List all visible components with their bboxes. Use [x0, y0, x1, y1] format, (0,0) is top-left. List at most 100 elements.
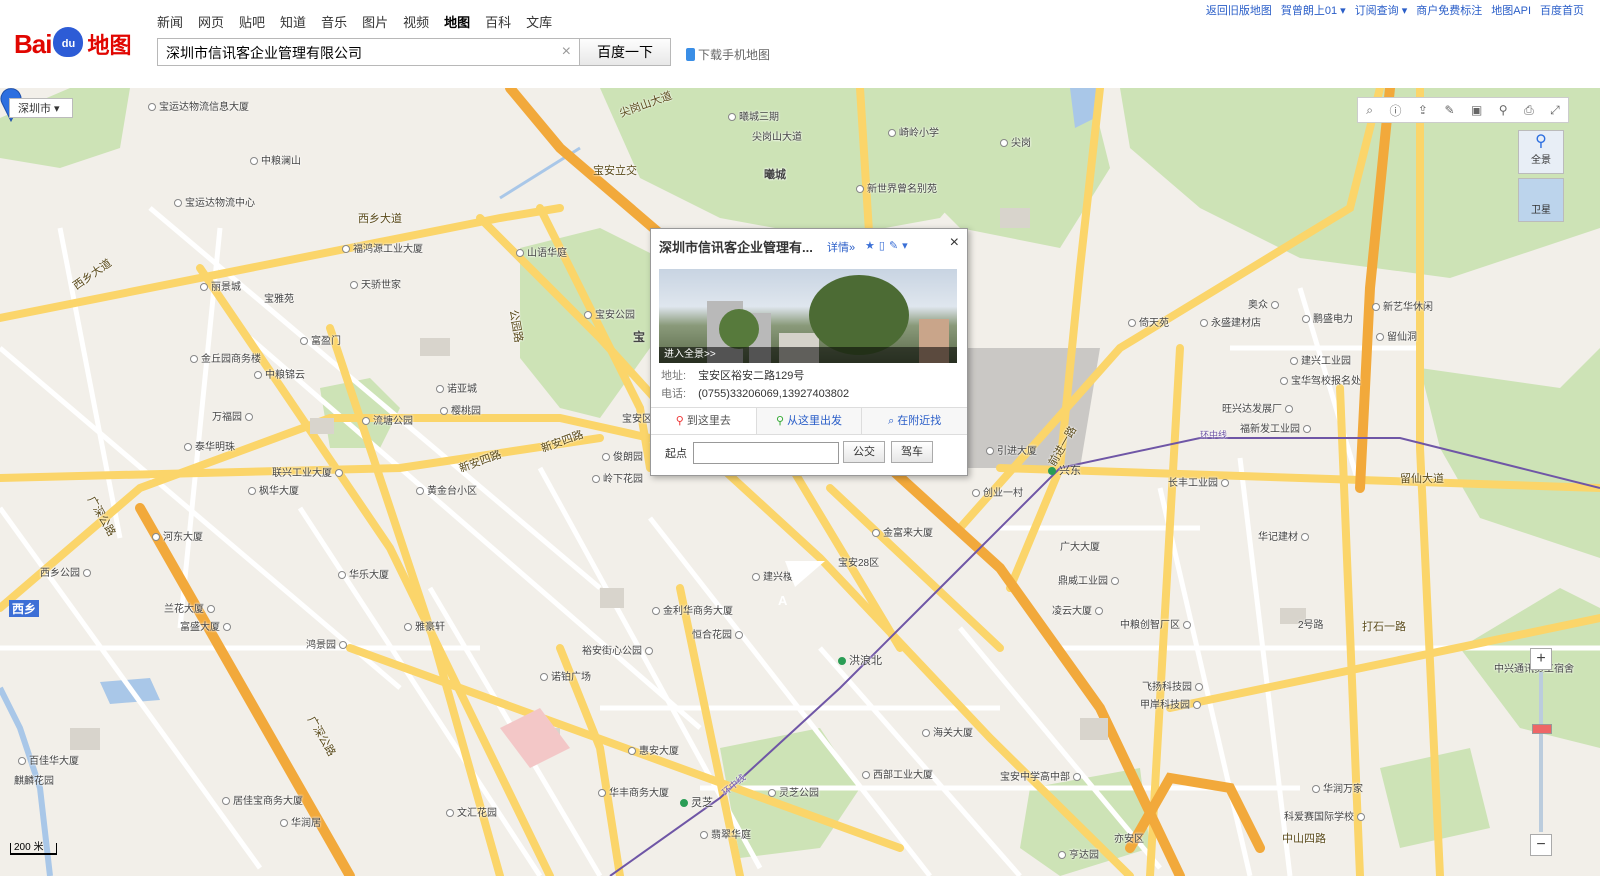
poi-label[interactable]: 丽景城	[200, 278, 241, 293]
poi-label[interactable]: 惠安大厦	[628, 742, 679, 757]
poi-label[interactable]: 曦城	[764, 166, 786, 182]
poi-label[interactable]: 永盛建材店	[1200, 314, 1261, 329]
poi-label[interactable]: 中粮创智厂区	[1120, 616, 1194, 631]
search-icon[interactable]: ⌕	[1366, 103, 1373, 118]
poi-label[interactable]: 岭下花园	[592, 470, 643, 485]
poi-label[interactable]: 新世界曾名别苑	[856, 180, 937, 195]
poi-label[interactable]: 宝华驾校报名处	[1280, 372, 1361, 387]
poi-label[interactable]: 凌云大厦	[1052, 602, 1106, 617]
nav-images[interactable]: 图片	[362, 12, 388, 31]
nav-video[interactable]: 视频	[403, 12, 429, 31]
poi-label[interactable]: 中粮澜山	[250, 152, 301, 167]
poi-label[interactable]: 翡翠华庭	[700, 826, 751, 841]
nav-baike[interactable]: 百科	[485, 12, 511, 31]
poi-label[interactable]: 百佳华大厦	[18, 752, 79, 767]
poi-label[interactable]: 麒麟花园	[14, 772, 54, 787]
poi-label[interactable]: 尖岗	[1000, 134, 1031, 149]
poi-label[interactable]: 创业一村	[972, 484, 1023, 499]
metro-station[interactable]: 洪浪北	[838, 652, 882, 668]
poi-label[interactable]: 诺铂广场	[540, 668, 591, 683]
satellite-button[interactable]: 卫星	[1518, 178, 1564, 222]
chevron-down-icon[interactable]: ▾	[902, 239, 908, 252]
poi-label[interactable]: 诺亚城	[436, 380, 477, 395]
poi-label[interactable]: 科爱赛国际学校	[1284, 808, 1368, 823]
poi-label[interactable]: 亨达园	[1058, 846, 1099, 861]
poi-label[interactable]: 鸿景园	[306, 636, 350, 651]
api-link[interactable]: 地图API	[1491, 2, 1531, 18]
poi-label[interactable]: 西乡公园	[40, 564, 94, 579]
nav-map[interactable]: 地图	[444, 12, 470, 31]
tab-from-here[interactable]: ⚲ 从这里出发	[757, 408, 863, 434]
start-input[interactable]	[693, 442, 839, 464]
poi-label[interactable]: 恒合花园	[692, 626, 746, 641]
poi-label[interactable]: 倚天苑	[1128, 314, 1169, 329]
poi-label[interactable]: 鼎威工业园	[1058, 572, 1122, 587]
poi-label[interactable]: 联兴工业大厦	[272, 464, 346, 479]
download-app-link[interactable]: 下载手机地图	[686, 46, 770, 63]
poi-label[interactable]: 中粮锦云	[254, 366, 305, 381]
poi-label[interactable]: 2号路	[1298, 616, 1324, 631]
merchant-link[interactable]: 商户免费标注	[1416, 2, 1482, 18]
poi-label[interactable]: 文汇花园	[446, 804, 497, 819]
metro-station[interactable]: 兴东	[1048, 462, 1081, 478]
drive-button[interactable]: 驾车	[891, 441, 933, 463]
poi-label[interactable]: 崎岭小学	[888, 124, 939, 139]
poi-label[interactable]: 河东大厦	[152, 528, 203, 543]
poi-label[interactable]: 雅豪轩	[404, 618, 445, 633]
poi-label[interactable]: 枫华大厦	[248, 482, 299, 497]
poi-label[interactable]: 福新发工业园	[1240, 420, 1314, 435]
poi-label[interactable]: 泰华明珠	[184, 438, 235, 453]
poi-label[interactable]: 鹏盛电力	[1302, 310, 1353, 325]
nav-music[interactable]: 音乐	[321, 12, 347, 31]
save-icon[interactable]: ▣	[1471, 103, 1482, 117]
close-icon[interactable]: ×	[950, 234, 959, 252]
poi-label[interactable]: 亦安区	[1114, 830, 1144, 845]
baidu-map-logo[interactable]: Bai du 地图	[14, 22, 131, 66]
clear-search-button[interactable]: ×	[562, 43, 571, 61]
zoom-out-button[interactable]: −	[1530, 834, 1552, 856]
nav-wenku[interactable]: 文库	[526, 12, 552, 31]
metro-station[interactable]: 灵芝	[680, 794, 713, 810]
edit-icon[interactable]: ✎	[889, 239, 898, 252]
poi-label[interactable]: 俊朗园	[602, 448, 643, 463]
detail-link[interactable]: 详情»	[827, 239, 855, 255]
poi-label[interactable]: 流塘公园	[362, 412, 413, 427]
nav-news[interactable]: 新闻	[157, 12, 183, 31]
poi-label[interactable]: 宝安公园	[584, 306, 635, 321]
poi-label[interactable]: 海关大厦	[922, 724, 973, 739]
old-version-link[interactable]: 返回旧版地图	[1206, 2, 1272, 18]
print-icon[interactable]: ⎙	[1524, 103, 1534, 118]
poi-label[interactable]: 广大大厦	[1060, 538, 1100, 553]
poi-label[interactable]: 富盈门	[300, 332, 341, 347]
baidu-home-link[interactable]: 百度首页	[1540, 2, 1584, 18]
edit-icon[interactable]: ✎	[1444, 103, 1454, 117]
photo-caption[interactable]: 进入全景>>	[659, 347, 957, 363]
poi-label[interactable]: 华乐大厦	[338, 566, 389, 581]
poi-label[interactable]: 万福园	[212, 408, 256, 423]
bus-button[interactable]: 公交	[843, 441, 885, 463]
user-menu[interactable]: 賀曾朗上01 ▾	[1281, 2, 1346, 18]
poi-label[interactable]: 西部工业大厦	[862, 766, 933, 781]
poi-label[interactable]: 留仙洞	[1376, 328, 1417, 343]
poi-label[interactable]: 兰花大厦	[164, 600, 218, 615]
poi-label[interactable]: 灵芝公园	[768, 784, 819, 799]
poi-label[interactable]: 黄金台小区	[416, 482, 477, 497]
poi-label[interactable]: 建兴工业园	[1290, 352, 1351, 367]
poi-label[interactable]: 旺兴达发展厂	[1222, 400, 1296, 415]
panorama-button[interactable]: ⚲ 全景	[1518, 130, 1564, 174]
poi-label[interactable]: 宝运达物流中心	[174, 194, 255, 209]
poi-label[interactable]: 华记建材	[1258, 528, 1312, 543]
zoom-handle[interactable]	[1532, 724, 1552, 734]
poi-label[interactable]: 宝安28区	[838, 554, 879, 569]
poi-label[interactable]: 新艺华休闲	[1372, 298, 1433, 313]
panorama-photo[interactable]: 进入全景>>	[659, 269, 957, 363]
search-button[interactable]: 百度一下	[579, 38, 671, 66]
poi-label[interactable]: 金利华商务大厦	[652, 602, 733, 617]
poi-label[interactable]: 宝雅苑	[264, 290, 294, 305]
poi-label[interactable]: 樱桃园	[440, 402, 481, 417]
share-icon[interactable]: ⇪	[1418, 103, 1428, 117]
zoom-slider[interactable]	[1532, 672, 1552, 832]
city-selector[interactable]: 深圳市 ▾	[9, 98, 73, 118]
info-icon[interactable]: ⓘ	[1389, 102, 1401, 119]
poi-label[interactable]: 曦城三期	[728, 108, 779, 123]
